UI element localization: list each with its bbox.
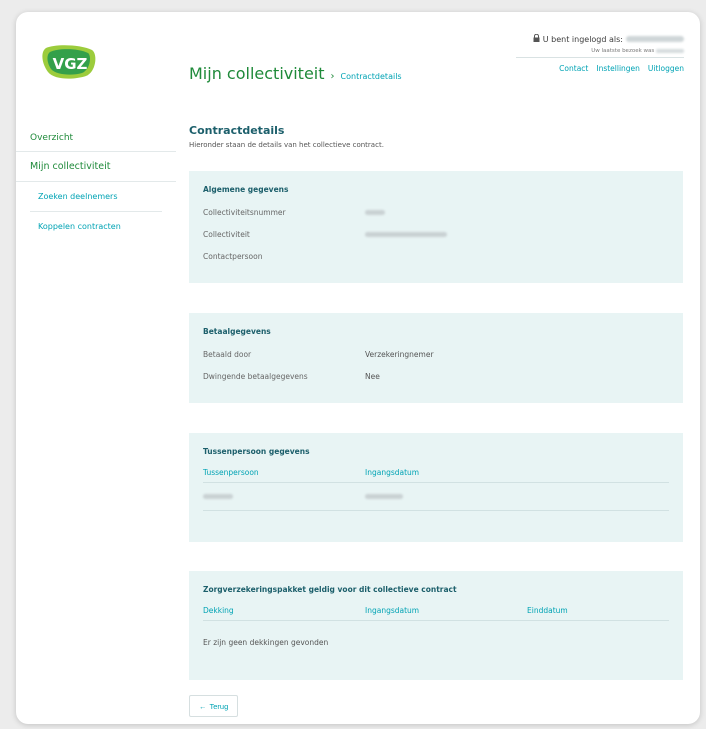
card-tussenpersoon-gegevens: Tussenpersoon gegevens Tussenpersoon Ing… [189,433,683,542]
breadcrumb-current[interactable]: Contractdetails [341,72,402,81]
column-header-einddatum[interactable]: Einddatum [527,606,667,615]
card-title: Betaalgegevens [203,327,271,336]
sidebar-item-zoeken-deelnemers[interactable]: Zoeken deelnemers [30,182,162,212]
back-button[interactable]: ← Terug [189,695,239,717]
login-info: U bent ingelogd als: [533,33,684,44]
last-visit-text: Uw laatste bezoek was [591,48,655,54]
login-text: U bent ingelogd als: [542,34,623,44]
last-visit: Uw laatste bezoek was [591,48,684,54]
top-links: Contact Instellingen Uitloggen [559,64,684,73]
table-header: Tussenpersoon Ingangsdatum [203,463,669,483]
arrow-left-icon: ← [199,701,207,711]
kv-label: Contactpersoon [203,251,263,261]
card-zorgverzekeringspakket: Zorgverzekeringspakket geldig voor dit c… [189,571,683,680]
column-header-dekking[interactable]: Dekking [203,606,365,615]
column-header-ingangsdatum[interactable]: Ingangsdatum [365,606,527,615]
header-title: Mijn collectiviteit › Contractdetails [189,64,402,83]
kv-label: Betaald door [203,349,252,359]
kv-row: Collectiviteit [203,223,669,245]
header-divider [516,57,684,58]
page-title: Contractdetails [189,124,285,137]
kv-row: Dwingende betaalgegevens Nee [203,365,669,387]
table-header: Dekking Ingangsdatum Einddatum [203,601,669,621]
instellingen-link[interactable]: Instellingen [596,64,640,73]
page-section-title: Mijn collectiviteit [189,64,325,83]
kv-label: Collectiviteitsnummer [203,207,286,217]
kv-row: Collectiviteitsnummer [203,201,669,223]
sidebar: Overzicht Mijn collectiviteit Zoeken dee… [16,124,176,242]
back-button-label: Terug [209,701,229,711]
page-intro: Hieronder staan de details van het colle… [189,141,384,149]
kv-value-redacted [365,209,385,215]
svg-text:VGZ: VGZ [53,55,88,73]
content-header: Contractdetails Hieronder staan de detai… [189,124,683,149]
sidebar-item-koppelen-contracten[interactable]: Koppelen contracten [30,212,162,242]
kv-row: Contactpersoon [203,245,669,267]
table-cell [365,492,527,501]
kv-label: Dwingende betaalgegevens [203,371,308,381]
vgz-logo[interactable]: VGZ [40,42,100,82]
cell-redacted [365,494,403,499]
app-frame: VGZ Mijn collectiviteit › Contractdetail… [16,12,700,724]
kv-value-redacted [365,231,447,237]
kv-label: Collectiviteit [203,229,250,239]
card-algemene-gegevens: Algemene gegevens Collectiviteitsnummer … [189,171,683,283]
last-visit-redacted [656,48,684,53]
contact-link[interactable]: Contact [559,64,588,73]
cell-redacted [203,494,233,499]
card-betaalgegevens: Betaalgegevens Betaald door Verzekeringn… [189,313,683,403]
lock-icon [533,33,540,44]
column-header-ingangsdatum[interactable]: Ingangsdatum [365,468,527,477]
table-row [203,483,669,511]
sidebar-item-mijn-collectiviteit[interactable]: Mijn collectiviteit [16,152,176,182]
uitloggen-link[interactable]: Uitloggen [648,64,684,73]
kv-value: Nee [365,371,380,381]
card-title: Zorgverzekeringspakket geldig voor dit c… [203,585,457,594]
username-redacted [626,36,684,42]
card-title: Tussenpersoon gegevens [203,447,310,456]
card-title: Algemene gegevens [203,185,289,194]
sidebar-item-overzicht[interactable]: Overzicht [16,124,176,152]
kv-value: Verzekeringnemer [365,349,434,359]
empty-message: Er zijn geen dekkingen gevonden [203,637,329,647]
kv-row: Betaald door Verzekeringnemer [203,343,669,365]
breadcrumb-separator: › [330,71,335,82]
table-cell [203,492,365,501]
column-header-tussenpersoon[interactable]: Tussenpersoon [203,468,365,477]
